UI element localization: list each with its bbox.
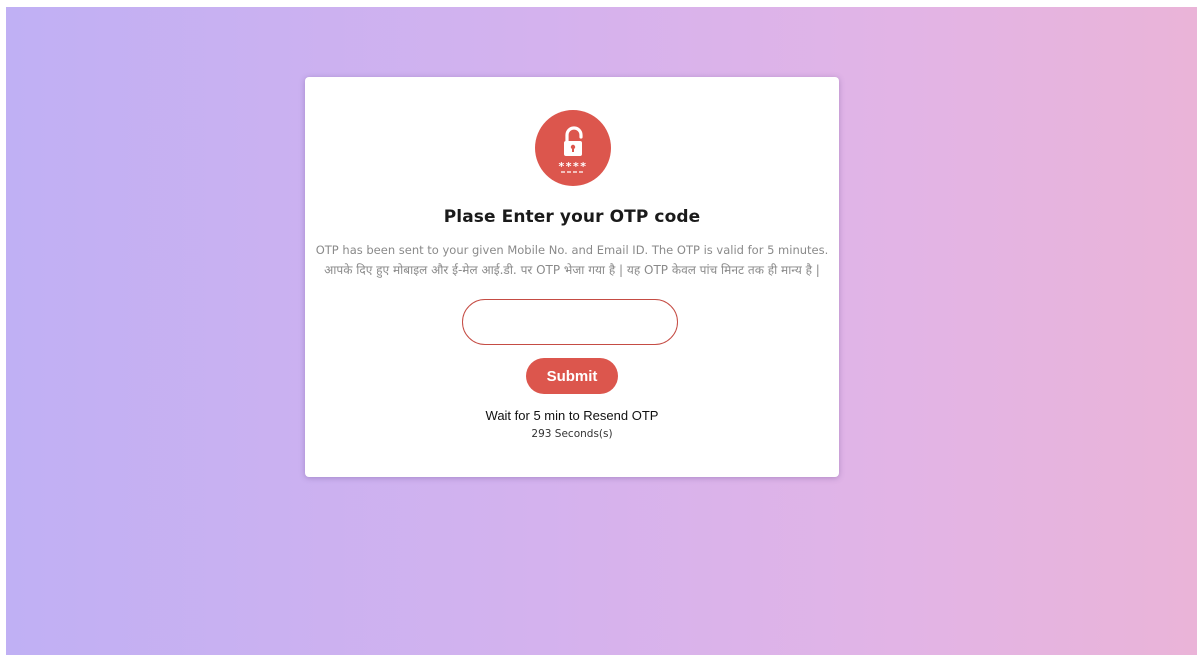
otp-message-english: OTP has been sent to your given Mobile N…: [315, 243, 829, 257]
lock-badge: ****: [535, 110, 611, 186]
otp-input[interactable]: [462, 299, 678, 345]
otp-message-hindi: आपके दिए हुए मोबाइल और ई-मेल आई.डी. पर O…: [324, 263, 820, 277]
page-background: **** Plase Enter your OTP code OTP has b…: [6, 7, 1197, 655]
lock-icon: ****: [558, 126, 587, 173]
page-title: Plase Enter your OTP code: [443, 207, 701, 227]
otp-card: **** Plase Enter your OTP code OTP has b…: [305, 77, 839, 477]
masked-code-text: ****: [558, 160, 587, 173]
submit-button[interactable]: Submit: [526, 358, 618, 394]
resend-wait-text: Wait for 5 min to Resend OTP: [485, 408, 659, 423]
countdown-timer: 293 Seconds(s): [531, 428, 613, 440]
